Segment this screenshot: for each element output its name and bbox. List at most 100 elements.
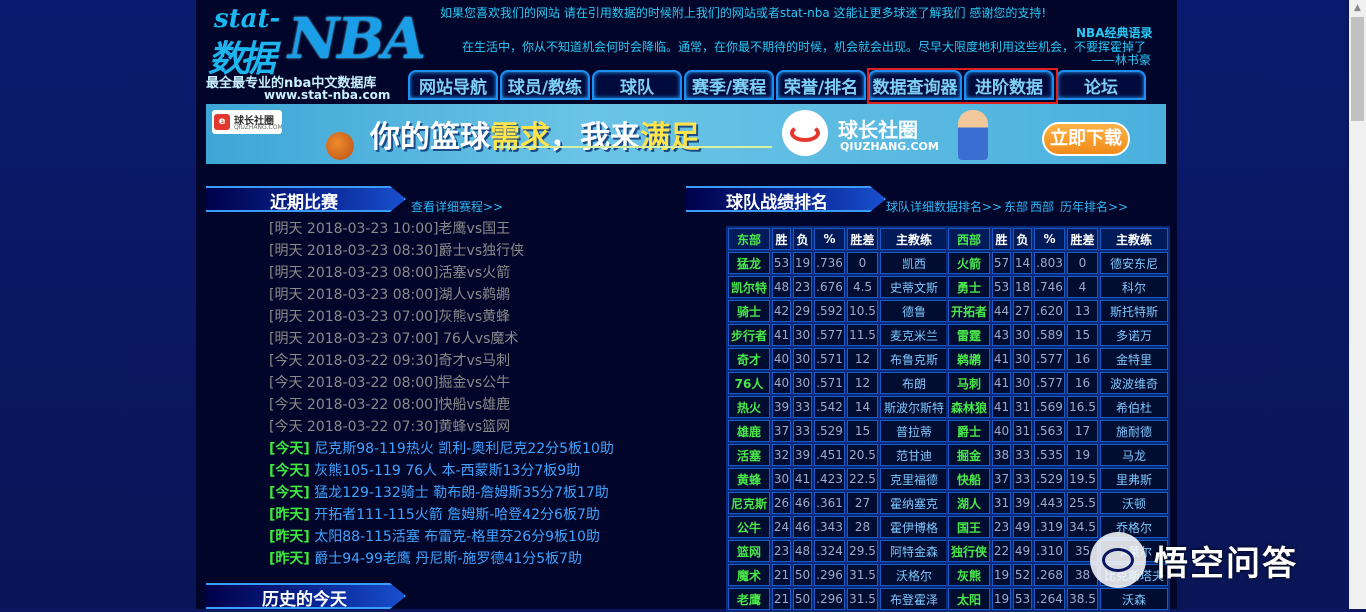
team-name-link[interactable]: 步行者 (728, 324, 770, 346)
list-item[interactable]: [明天 2018-03-23 10:00]老鹰vs国王 (269, 218, 614, 240)
list-item[interactable]: [昨天] 爵士94-99老鹰 丹尼斯-施罗德41分5板7助 (269, 548, 614, 570)
team-name-link[interactable]: 独行侠 (948, 540, 990, 562)
team-name-link[interactable]: 猛龙 (728, 252, 770, 274)
list-item[interactable]: [昨天] 开拓者111-115火箭 詹姆斯-哈登42分6板7助 (269, 504, 614, 526)
team-name-link[interactable]: 篮网 (728, 540, 770, 562)
nav-tab-teams[interactable]: 球队 (592, 70, 682, 100)
coach-name-link[interactable]: 德安东尼 (1100, 252, 1168, 274)
coach-name-link[interactable]: 史蒂文斯 (880, 276, 948, 298)
list-item[interactable]: [明天 2018-03-23 08:00]湖人vs鹈鹕 (269, 284, 614, 306)
team-name-link[interactable]: 国王 (948, 516, 990, 538)
list-item[interactable]: [今天 2018-03-22 09:30]奇才vs马刺 (269, 350, 614, 372)
nav-tab-forum[interactable]: 论坛 (1056, 70, 1146, 100)
team-name-link[interactable]: 爵士 (948, 420, 990, 442)
standings-detail-link[interactable]: 球队详细数据排名>> (886, 198, 1002, 215)
coach-name-link[interactable]: 波波维奇 (1100, 372, 1168, 394)
team-name-link[interactable]: 雄鹿 (728, 420, 770, 442)
coach-name-link[interactable]: 普拉蒂 (880, 420, 948, 442)
coach-name-link[interactable]: 里弗斯 (1100, 468, 1168, 490)
coach-name-link[interactable]: 阿特金森 (880, 540, 948, 562)
table-cell: 30 (793, 324, 812, 346)
list-item[interactable]: [明天 2018-03-23 08:30]爵士vs独行侠 (269, 240, 614, 262)
team-name-link[interactable]: 灰熊 (948, 564, 990, 586)
coach-name-link[interactable]: 多诺万 (1100, 324, 1168, 346)
team-name-link[interactable]: 公牛 (728, 516, 770, 538)
coach-name-link[interactable]: 克里福德 (880, 468, 948, 490)
list-item[interactable]: [明天 2018-03-23 07:00] 76人vs魔术 (269, 328, 614, 350)
team-name-link[interactable]: 太阳 (948, 588, 990, 610)
list-item[interactable]: [明天 2018-03-23 08:00]活塞vs火箭 (269, 262, 614, 284)
list-item[interactable]: [明天 2018-03-23 07:00]灰熊vs黄蜂 (269, 306, 614, 328)
coach-name-link[interactable]: 科尔 (1100, 276, 1168, 298)
list-item[interactable]: [今天 2018-03-22 07:30]黄蜂vs篮网 (269, 416, 614, 438)
site-logo[interactable]: NBA stat- 数据 最全最专业的nba中文数据库 www.stat-nba… (206, 4, 426, 102)
table-cell: 52 (1013, 564, 1032, 586)
list-item[interactable]: [今天 2018-03-22 08:00]快船vs雄鹿 (269, 394, 614, 416)
coach-name-link[interactable]: 霍伊博格 (880, 516, 948, 538)
column-header[interactable]: 东部 (728, 228, 770, 250)
nav-tab-site-guide[interactable]: 网站导航 (408, 70, 498, 100)
standings-east-link[interactable]: 东部 (1004, 198, 1028, 215)
scrollbar-thumb[interactable] (1351, 17, 1364, 121)
coach-name-link[interactable]: 布朗 (880, 372, 948, 394)
table-cell: 18 (1013, 276, 1032, 298)
team-name-link[interactable]: 奇才 (728, 348, 770, 370)
list-item[interactable]: [今天] 尼克斯98-119热火 凯利-奥利尼克22分5板10助 (269, 438, 614, 460)
vertical-scrollbar[interactable]: ▲ (1349, 0, 1366, 609)
team-name-link[interactable]: 马刺 (948, 372, 990, 394)
coach-name-link[interactable]: 金特里 (1100, 348, 1168, 370)
list-item[interactable]: [今天] 灰熊105-119 76人 本-西蒙斯13分7板9助 (269, 460, 614, 482)
team-name-link[interactable]: 骑士 (728, 300, 770, 322)
coach-name-link[interactable]: 沃森 (1100, 588, 1168, 610)
coach-name-link[interactable]: 布鲁克斯 (880, 348, 948, 370)
coach-name-link[interactable]: 希伯杜 (1100, 396, 1168, 418)
ad-banner[interactable]: e 球长社圈 QIUZHANG.COM 你的篮球需求，我来满足 球长社圈 QIU… (206, 104, 1166, 164)
table-cell: .803 (1034, 252, 1065, 274)
team-name-link[interactable]: 尼克斯 (728, 492, 770, 514)
nav-tab-players-coaches[interactable]: 球员/教练 (500, 70, 590, 100)
coach-name-link[interactable]: 沃顿 (1100, 492, 1168, 514)
team-name-link[interactable]: 湖人 (948, 492, 990, 514)
coach-name-link[interactable]: 斯波尔斯特 (880, 396, 948, 418)
team-name-link[interactable]: 勇士 (948, 276, 990, 298)
recent-games-more-link[interactable]: 查看详细赛程>> (411, 198, 503, 215)
team-name-link[interactable]: 火箭 (948, 252, 990, 274)
coach-name-link[interactable]: 施耐德 (1100, 420, 1168, 442)
coach-name-link[interactable]: 范甘迪 (880, 444, 948, 466)
table-cell: .343 (814, 516, 845, 538)
table-cell: .361 (814, 492, 845, 514)
coach-name-link[interactable]: 斯托特斯 (1100, 300, 1168, 322)
coach-name-link[interactable]: 霍纳塞克 (880, 492, 948, 514)
team-name-link[interactable]: 凯尔特 (728, 276, 770, 298)
team-name-link[interactable]: 热火 (728, 396, 770, 418)
coach-name-link[interactable]: 布登霍泽 (880, 588, 948, 610)
team-name-link[interactable]: 老鹰 (728, 588, 770, 610)
table-cell: 15 (847, 420, 878, 442)
list-item[interactable]: [昨天] 太阳88-115活塞 布雷克-格里芬26分9板10助 (269, 526, 614, 548)
team-name-link[interactable]: 76人 (728, 372, 770, 394)
team-name-link[interactable]: 雷霆 (948, 324, 990, 346)
scroll-up-icon[interactable]: ▲ (1349, 0, 1366, 17)
team-name-link[interactable]: 鹈鹕 (948, 348, 990, 370)
download-button[interactable]: 立即下载 (1042, 122, 1130, 156)
nav-tab-season-schedule[interactable]: 赛季/赛程 (684, 70, 774, 100)
team-name-link[interactable]: 森林狼 (948, 396, 990, 418)
coach-name-link[interactable]: 沃格尔 (880, 564, 948, 586)
coach-name-link[interactable]: 凯西 (880, 252, 948, 274)
team-name-link[interactable]: 魔术 (728, 564, 770, 586)
list-item[interactable]: [今天] 猛龙129-132骑士 勒布朗-詹姆斯35分7板17助 (269, 482, 614, 504)
standings-west-link[interactable]: 西部 (1030, 198, 1054, 215)
team-name-link[interactable]: 黄蜂 (728, 468, 770, 490)
list-item[interactable]: [今天 2018-03-22 08:00]掘金vs公牛 (269, 372, 614, 394)
coach-name-link[interactable]: 马龙 (1100, 444, 1168, 466)
team-name-link[interactable]: 开拓者 (948, 300, 990, 322)
column-header[interactable]: 西部 (948, 228, 990, 250)
team-name-link[interactable]: 活塞 (728, 444, 770, 466)
nav-tab-honors-rankings[interactable]: 荣誉/排名 (776, 70, 866, 100)
coach-name-link[interactable]: 德鲁 (880, 300, 948, 322)
team-name-link[interactable]: 快船 (948, 468, 990, 490)
standings-history-link[interactable]: 历年排名>> (1060, 198, 1128, 215)
coach-name-link[interactable]: 麦克米兰 (880, 324, 948, 346)
team-name-link[interactable]: 掘金 (948, 444, 990, 466)
table-cell: .443 (1034, 492, 1065, 514)
